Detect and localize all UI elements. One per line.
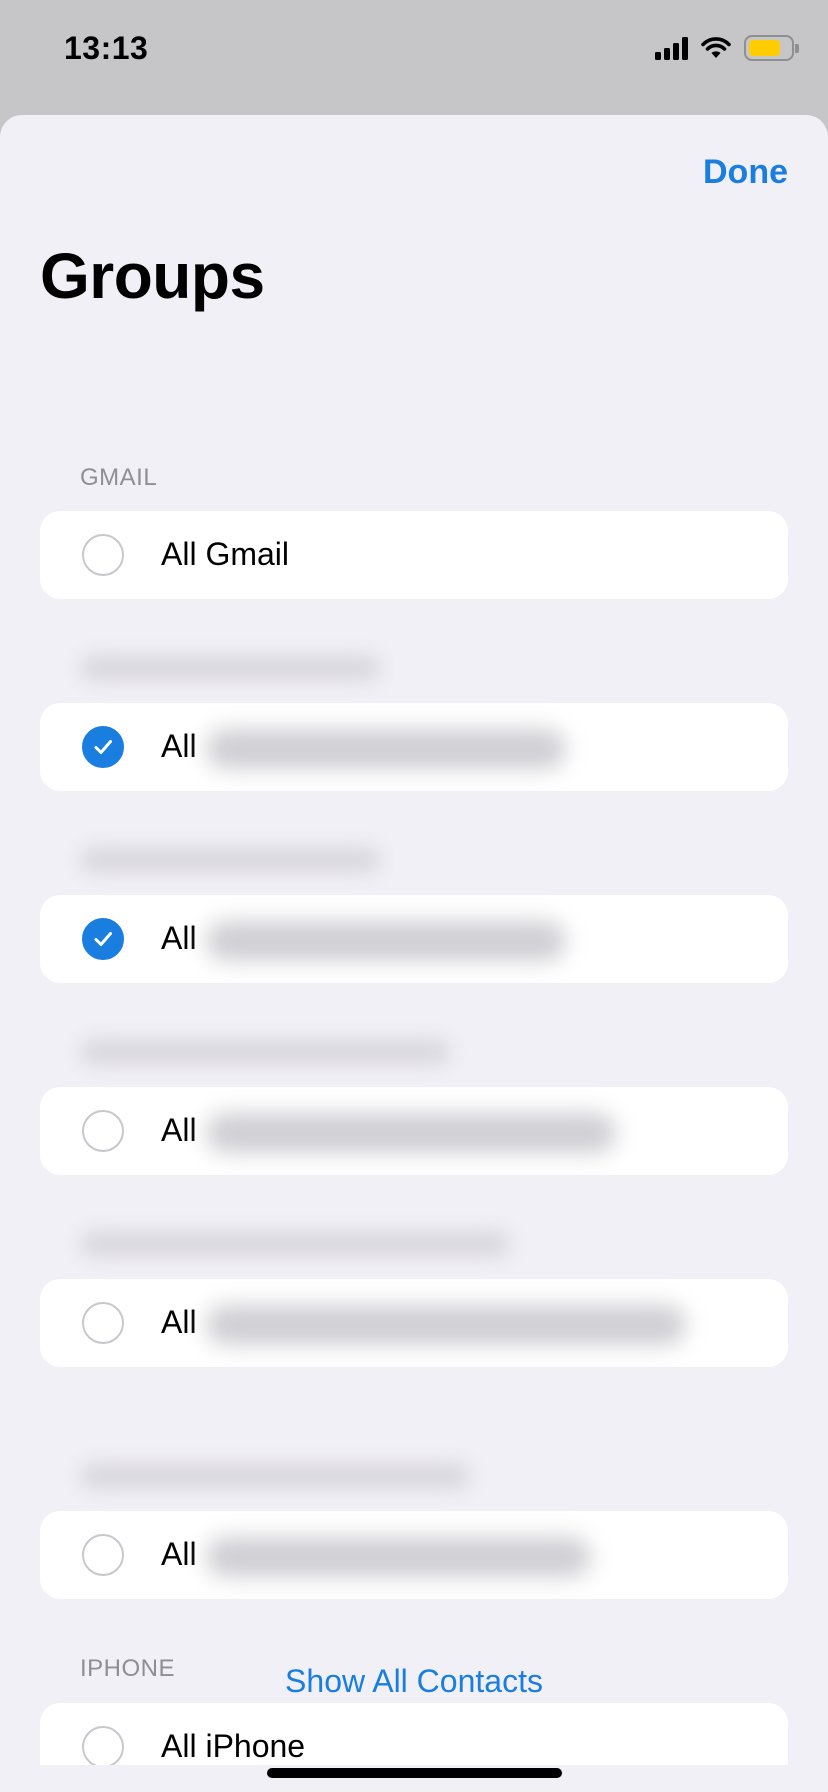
wifi-icon [701, 37, 731, 58]
radio-unchecked-icon[interactable] [82, 534, 124, 576]
signal-icon [655, 36, 688, 60]
radio-unchecked-icon[interactable] [82, 1110, 124, 1152]
groups-sheet: Done Groups GMAIL All Gmail All All All … [0, 115, 828, 1792]
home-indicator [267, 1768, 562, 1778]
groups-list[interactable]: GMAIL All Gmail All All All All All IPHO… [0, 330, 828, 1765]
redacted-text [206, 1537, 591, 1577]
radio-unchecked-icon[interactable] [82, 1534, 124, 1576]
page-title: Groups [40, 240, 265, 312]
group-label: All [161, 1304, 197, 1340]
group-label: All [161, 728, 197, 764]
group-row-redacted-2[interactable]: All [40, 895, 788, 983]
group-label: All Gmail [161, 536, 290, 572]
section-header-gmail: GMAIL [80, 464, 158, 491]
battery-level [749, 40, 781, 56]
checkmark-icon[interactable] [82, 726, 124, 768]
section-header-redacted [80, 1463, 470, 1489]
redacted-text [206, 921, 566, 961]
group-row-redacted-3[interactable]: All [40, 1087, 788, 1175]
section-header-redacted [80, 1039, 450, 1065]
battery-icon [744, 35, 799, 61]
radio-unchecked-icon[interactable] [82, 1726, 124, 1765]
redacted-text [206, 729, 566, 769]
group-row-redacted-5[interactable]: All [40, 1511, 788, 1599]
section-header-redacted [80, 655, 380, 681]
radio-unchecked-icon[interactable] [82, 1302, 124, 1344]
done-button[interactable]: Done [703, 153, 788, 192]
redacted-text [206, 1113, 616, 1153]
section-header-redacted [80, 847, 380, 873]
status-time: 13:13 [64, 30, 149, 66]
status-icons [655, 34, 799, 62]
status-bar: 13:13 [0, 0, 828, 110]
group-label: All iPhone [161, 1728, 306, 1764]
show-all-contacts-button[interactable]: Show All Contacts [0, 1663, 828, 1700]
group-label: All [161, 920, 197, 956]
redacted-text [206, 1305, 686, 1345]
section-header-redacted [80, 1231, 510, 1257]
group-row-redacted-1[interactable]: All [40, 703, 788, 791]
group-row-all-gmail[interactable]: All Gmail [40, 511, 788, 599]
checkmark-icon[interactable] [82, 918, 124, 960]
group-row-redacted-4[interactable]: All [40, 1279, 788, 1367]
group-label: All [161, 1112, 197, 1148]
group-row-all-iphone[interactable]: All iPhone [40, 1703, 788, 1765]
group-label: All [161, 1536, 197, 1572]
